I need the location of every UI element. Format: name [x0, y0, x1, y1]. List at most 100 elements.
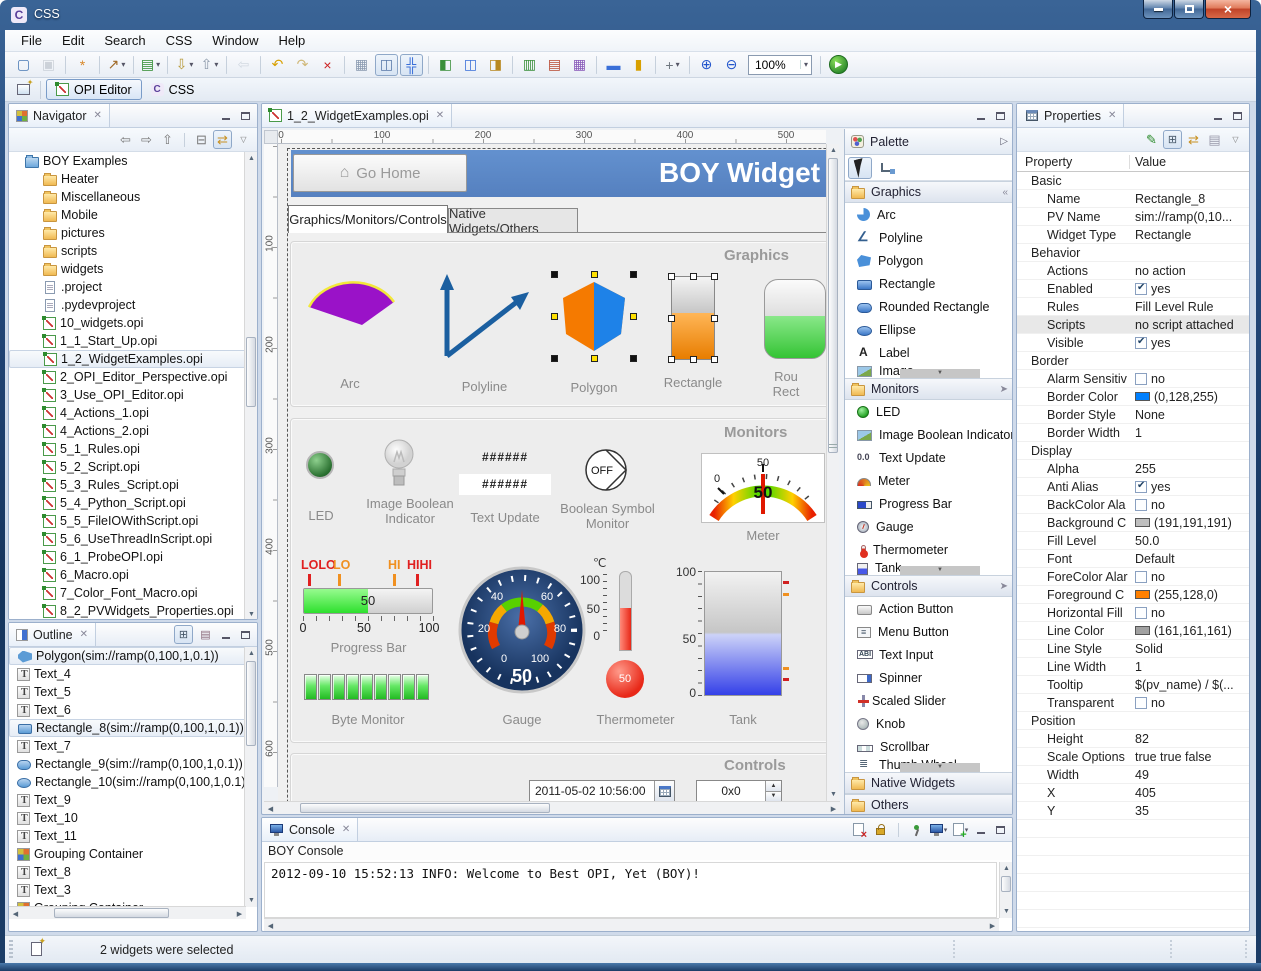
palette-section-graphics[interactable]: Graphics «: [845, 181, 1013, 203]
tab-outline[interactable]: Outline ✕: [9, 623, 96, 646]
minimize-icon[interactable]: [973, 108, 989, 123]
scroll-up-icon[interactable]: ▲: [1000, 862, 1013, 875]
restore-default-icon[interactable]: ▤: [1205, 130, 1224, 149]
checkbox[interactable]: [1135, 697, 1147, 709]
palette-item[interactable]: Polygon ▼: [845, 249, 1013, 272]
selection-handle[interactable]: [551, 313, 558, 320]
palette-item[interactable]: Menu Button ▼: [845, 620, 1013, 643]
show-thumbnail-icon[interactable]: ▤: [196, 625, 215, 644]
outline-item[interactable]: Text_9: [9, 791, 257, 809]
spin-up-icon[interactable]: ▲: [766, 781, 781, 791]
palette-section-native-widgets[interactable]: Native Widgets: [845, 772, 1013, 794]
undo-icon[interactable]: ↶ ▾: [266, 54, 289, 76]
palette-item[interactable]: Thumb Wheel ▼: [845, 758, 1013, 772]
thermometer-widget[interactable]: [619, 571, 632, 651]
scroll-down-icon[interactable]: ▼: [245, 608, 257, 620]
selection-handle[interactable]: [711, 315, 718, 322]
scroll-right-icon[interactable]: ▶: [233, 907, 246, 919]
property-row[interactable]: Basic: [1017, 172, 1249, 190]
palette-item[interactable]: Ellipse ▼: [845, 318, 1013, 341]
property-row[interactable]: Line Color (161,161,161): [1017, 622, 1249, 640]
spin-down-icon[interactable]: ▼: [766, 791, 781, 802]
scroll-left-icon[interactable]: ◀: [264, 802, 277, 815]
editor-hscrollbar[interactable]: ◀ ▶: [264, 801, 840, 814]
image-boolean-indicator-widget[interactable]: [384, 438, 414, 496]
console-hscrollbar[interactable]: ◀ ▶: [264, 918, 999, 931]
outline-item[interactable]: Text_7: [9, 737, 257, 755]
dropdown-arrow-icon[interactable]: ▾: [156, 60, 160, 69]
selection-handle[interactable]: [630, 271, 637, 278]
grid-icon[interactable]: ▦ ▾: [350, 54, 373, 76]
property-row[interactable]: Scale Options true true false: [1017, 748, 1249, 766]
scroll-hint[interactable]: ▼: [900, 763, 980, 772]
new-opi-icon[interactable]: ▢ ▾: [12, 54, 35, 76]
property-row[interactable]: Border Color (0,128,255): [1017, 388, 1249, 406]
polyline-widget[interactable]: [438, 273, 531, 359]
property-row[interactable]: ForeColor Alar no: [1017, 568, 1249, 586]
palette-item[interactable]: Label ▼: [845, 341, 1013, 364]
canvas-tab-native-widgets-others[interactable]: Native Widgets/Others: [448, 208, 578, 233]
run-icon[interactable]: ▶: [829, 55, 848, 74]
selection-handle[interactable]: [668, 315, 675, 322]
align-center-icon[interactable]: ◫ ▾: [459, 54, 482, 76]
tab-editor[interactable]: 1_2_WidgetExamples.opi ✕: [262, 104, 452, 127]
selection-handle[interactable]: [690, 273, 697, 280]
selection-handle[interactable]: [711, 356, 718, 363]
navigator-item[interactable]: BOY Examples: [9, 152, 257, 170]
palette-item[interactable]: Arc ▼: [845, 203, 1013, 226]
back-icon[interactable]: ⇦: [116, 130, 135, 149]
checkbox[interactable]: [1135, 337, 1147, 349]
view-menu-icon[interactable]: ▽: [234, 130, 253, 149]
navigator-item[interactable]: pictures: [9, 224, 257, 242]
property-column-header[interactable]: Property: [1017, 155, 1130, 169]
rounded-rectangle-widget[interactable]: [764, 279, 826, 359]
selection-handle[interactable]: [551, 271, 558, 278]
property-row[interactable]: Widget Type Rectangle: [1017, 226, 1249, 244]
property-row[interactable]: Font Default: [1017, 550, 1249, 568]
palette-flyout-icon[interactable]: ▷: [1000, 136, 1008, 147]
minimize-icon[interactable]: [973, 822, 989, 837]
palette-item[interactable]: Knob ▼: [845, 712, 1013, 735]
probe-icon[interactable]: ↗ ▾: [105, 54, 128, 76]
canvas-tab-graphics-monitors-controls[interactable]: Graphics/Monitors/Controls: [288, 205, 448, 233]
close-icon[interactable]: ✕: [94, 110, 102, 121]
property-row[interactable]: Name Rectangle_8: [1017, 190, 1249, 208]
scroll-hint[interactable]: ▼: [900, 566, 980, 575]
palette-item[interactable]: Action Button ▼: [845, 597, 1013, 620]
property-row[interactable]: Position: [1017, 712, 1249, 730]
navigator-item[interactable]: Heater: [9, 170, 257, 188]
scroll-hint[interactable]: ▼: [900, 369, 980, 378]
navigator-item[interactable]: 5_1_Rules.opi: [9, 440, 257, 458]
navigator-item[interactable]: 7_Color_Font_Macro.opi: [9, 584, 257, 602]
up-icon[interactable]: ⇧: [158, 130, 177, 149]
palette-item[interactable]: Text Input ▼: [845, 643, 1013, 666]
navigator-item[interactable]: 1_1_Start_Up.opi: [9, 332, 257, 350]
scroll-lock-icon[interactable]: [871, 821, 890, 839]
show-advanced-icon[interactable]: ⇄: [1184, 130, 1203, 149]
palette-item[interactable]: Gauge ▼: [845, 515, 1013, 538]
align-right-icon[interactable]: ◨ ▾: [484, 54, 507, 76]
navigator-item[interactable]: 3_Use_OPI_Editor.opi: [9, 386, 257, 404]
maximize-icon[interactable]: [992, 108, 1008, 123]
property-row[interactable]: Display: [1017, 442, 1249, 460]
navigator-item[interactable]: 8_2_PVWidgets_Properties.opi: [9, 602, 257, 620]
property-row[interactable]: Foreground C (255,128,0): [1017, 586, 1249, 604]
property-row[interactable]: BackColor Ala no: [1017, 496, 1249, 514]
outline-item[interactable]: Rectangle_8(sim://ramp(0,100,1,0.1)): [9, 719, 257, 737]
outline-hscrollbar[interactable]: ◀ ▶: [9, 906, 246, 919]
palette-section-controls[interactable]: Controls ➤: [845, 575, 1013, 597]
property-row[interactable]: Line Width 1: [1017, 658, 1249, 676]
navigator-item[interactable]: .pydevproject: [9, 296, 257, 314]
view-menu-icon[interactable]: ▽: [1226, 130, 1245, 149]
navigator-item[interactable]: 1_2_WidgetExamples.opi: [9, 350, 257, 368]
property-row[interactable]: Alarm Sensitiv no: [1017, 370, 1249, 388]
titlebar[interactable]: C CSS ×: [0, 0, 1261, 30]
redo-icon[interactable]: ↷ ▾: [291, 54, 314, 76]
close-button[interactable]: ×: [1205, 0, 1251, 19]
polygon-widget[interactable]: [554, 274, 634, 359]
calendar-icon[interactable]: [654, 781, 674, 801]
text-update-widget[interactable]: ######: [459, 474, 551, 495]
dropdown-arrow-icon[interactable]: ▾: [214, 60, 218, 69]
navigator-item[interactable]: 4_Actions_1.opi: [9, 404, 257, 422]
palette-item[interactable]: Polyline ▼: [845, 226, 1013, 249]
